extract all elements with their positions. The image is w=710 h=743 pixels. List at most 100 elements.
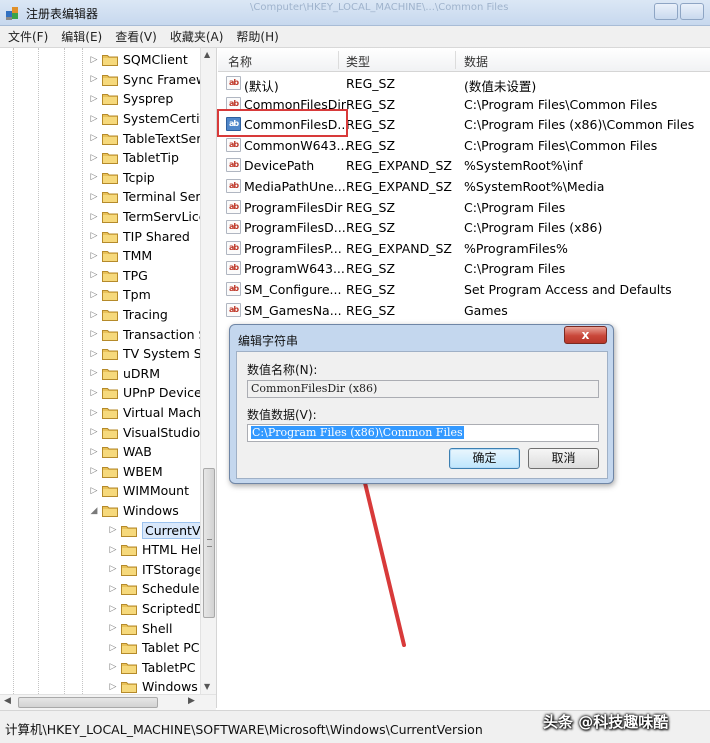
list-row[interactable]: ab ProgramFilesD... REG_SZ C:\Program Files… [218,217,710,238]
collapsed-arrow-icon[interactable]: ▷ [89,133,99,143]
collapsed-arrow-icon[interactable]: ▷ [108,682,118,692]
tree-item[interactable]: ▷ Schedulec [108,579,207,599]
collapsed-arrow-icon[interactable]: ▷ [89,349,99,359]
tree-item[interactable]: ▷ Tracing [89,305,168,325]
tree-item[interactable]: ▷ CurrentVe [108,520,211,540]
tree-item[interactable]: ▷ TabletPC [108,658,196,678]
tree-item[interactable]: ▷ Virtual Machi [89,403,205,423]
collapsed-arrow-icon[interactable]: ▷ [89,408,99,418]
collapsed-arrow-icon[interactable]: ▷ [89,290,99,300]
column-name[interactable]: 名称 [228,53,252,70]
tree-item[interactable]: ▷ TableTextSer [89,128,202,148]
tree-hscroll-thumb[interactable] [18,697,158,708]
collapsed-arrow-icon[interactable]: ▷ [89,427,99,437]
tree-item[interactable]: ▷ TMM [89,246,153,266]
tree-item[interactable]: ◢ Windows [89,501,179,521]
scroll-right-icon[interactable]: ▶ [188,696,195,706]
scroll-down-icon[interactable]: ▼ [204,682,210,691]
value-data-input[interactable]: C:\Program Files (x86)\Common Files [247,424,599,442]
tree-item[interactable]: ▷ WIMMount [89,481,189,501]
list-row[interactable]: ab ProgramW643... REG_SZ C:\Program Files [218,258,710,279]
collapsed-arrow-icon[interactable]: ▷ [108,643,118,653]
column-separator[interactable] [455,51,456,69]
collapsed-arrow-icon[interactable]: ▷ [89,172,99,182]
tree-item[interactable]: ▷ SQMClient [89,50,188,70]
tree-item[interactable]: ▷ ITStorage [108,560,203,580]
ok-button[interactable]: 确定 [449,448,520,469]
tree-item[interactable]: ▷ Tablet PC [108,638,200,658]
collapsed-arrow-icon[interactable]: ▷ [89,231,99,241]
tree-item[interactable]: ▷ TermServLice [89,207,207,227]
tree-item[interactable]: ▷ uDRM [89,364,161,384]
tree-item[interactable]: ▷ TPG [89,266,148,286]
tree-item[interactable]: ▷ TIP Shared [89,226,190,246]
dialog-close-button[interactable]: x [564,326,607,344]
tree-item[interactable]: ▷ HTML Hel [108,540,202,560]
collapsed-arrow-icon[interactable]: ▷ [108,604,118,614]
list-row[interactable]: ab SM_Configure... REG_SZ Set Program Acces… [218,279,710,300]
collapsed-arrow-icon[interactable]: ▷ [89,251,99,261]
maximize-button[interactable] [680,3,704,20]
tree-item[interactable]: ▷ WAB [89,442,152,462]
tree-scroll-thumb[interactable] [203,468,215,618]
collapsed-arrow-icon[interactable]: ▷ [89,192,99,202]
list-row[interactable]: ab SM_GamesNa... REG_SZ Games [218,300,710,321]
collapsed-arrow-icon[interactable]: ▷ [89,329,99,339]
expanded-arrow-icon[interactable]: ◢ [89,506,99,516]
collapsed-arrow-icon[interactable]: ▷ [89,94,99,104]
list-row[interactable]: ab MediaPathUne... REG_EXPAND_SZ %SystemRoo… [218,176,710,197]
menu-file[interactable]: 文件(F) [8,28,48,45]
scroll-up-icon[interactable]: ▲ [204,50,210,59]
collapsed-arrow-icon[interactable]: ▷ [89,212,99,222]
minimize-button[interactable] [654,3,678,20]
tree-item[interactable]: ▷ UPnP Device [89,383,202,403]
tree-vertical-scrollbar[interactable]: ▲ ▼ [200,48,216,694]
list-row[interactable]: ab ProgramFilesP... REG_EXPAND_SZ %ProgramF… [218,238,710,259]
collapsed-arrow-icon[interactable]: ▷ [89,55,99,65]
tree-item[interactable]: ▷ Terminal Serv [89,187,208,207]
list-row[interactable]: ab DevicePath REG_EXPAND_SZ %SystemRoot%\in… [218,155,710,176]
collapsed-arrow-icon[interactable]: ▷ [89,270,99,280]
collapsed-arrow-icon[interactable]: ▷ [108,525,118,535]
scroll-left-icon[interactable]: ◀ [4,696,11,706]
list-row[interactable]: ab CommonW643... REG_SZ C:\Program Files\Co… [218,135,710,156]
column-separator[interactable] [338,51,339,69]
collapsed-arrow-icon[interactable]: ▷ [89,153,99,163]
collapsed-arrow-icon[interactable]: ▷ [89,486,99,496]
tree-item[interactable]: ▷ TabletTip [89,148,179,168]
list-row[interactable]: ab ProgramFilesDir REG_SZ C:\Program Files [218,197,710,218]
collapsed-arrow-icon[interactable]: ▷ [108,584,118,594]
collapsed-arrow-icon[interactable]: ▷ [89,466,99,476]
tree-item[interactable]: ▷ WBEM [89,462,163,482]
menu-help[interactable]: 帮助(H) [236,28,278,45]
collapsed-arrow-icon[interactable]: ▷ [108,564,118,574]
tree-horizontal-scrollbar[interactable]: ◀ ▶ [0,694,216,710]
collapsed-arrow-icon[interactable]: ▷ [89,310,99,320]
tree-item[interactable]: ▷ Shell [108,618,173,638]
column-data[interactable]: 数据 [464,53,488,70]
menu-favorites[interactable]: 收藏夹(A) [170,28,224,45]
tree-item[interactable]: ▷ Sync Framew [89,70,207,90]
value-name-field[interactable]: CommonFilesDir (x86) [247,380,599,398]
cancel-button[interactable]: 取消 [528,448,599,469]
collapsed-arrow-icon[interactable]: ▷ [89,388,99,398]
tree-item[interactable]: ▷ TV System Se [89,344,210,364]
column-type[interactable]: 类型 [346,53,370,70]
tree-item[interactable]: ▷ VisualStudio [89,422,201,442]
collapsed-arrow-icon[interactable]: ▷ [108,623,118,633]
collapsed-arrow-icon[interactable]: ▷ [89,368,99,378]
tree-item[interactable]: ▷ ScriptedD [108,599,204,619]
tree-item[interactable]: ▷ Tpm [89,285,151,305]
menu-view[interactable]: 查看(V) [115,28,157,45]
tree-item[interactable]: ▷ Tcpip [89,168,155,188]
list-row[interactable]: ab (默认) REG_SZ (数值未设置) [218,73,710,94]
collapsed-arrow-icon[interactable]: ▷ [108,662,118,672]
collapsed-arrow-icon[interactable]: ▷ [108,545,118,555]
tree-item[interactable]: ▷ SystemCertifi [89,109,208,129]
tree-item[interactable]: ▷ Transaction S [89,324,207,344]
tree-item[interactable]: ▷ Sysprep [89,89,174,109]
collapsed-arrow-icon[interactable]: ▷ [89,74,99,84]
collapsed-arrow-icon[interactable]: ▷ [89,447,99,457]
menu-edit[interactable]: 编辑(E) [61,28,102,45]
collapsed-arrow-icon[interactable]: ▷ [89,114,99,124]
